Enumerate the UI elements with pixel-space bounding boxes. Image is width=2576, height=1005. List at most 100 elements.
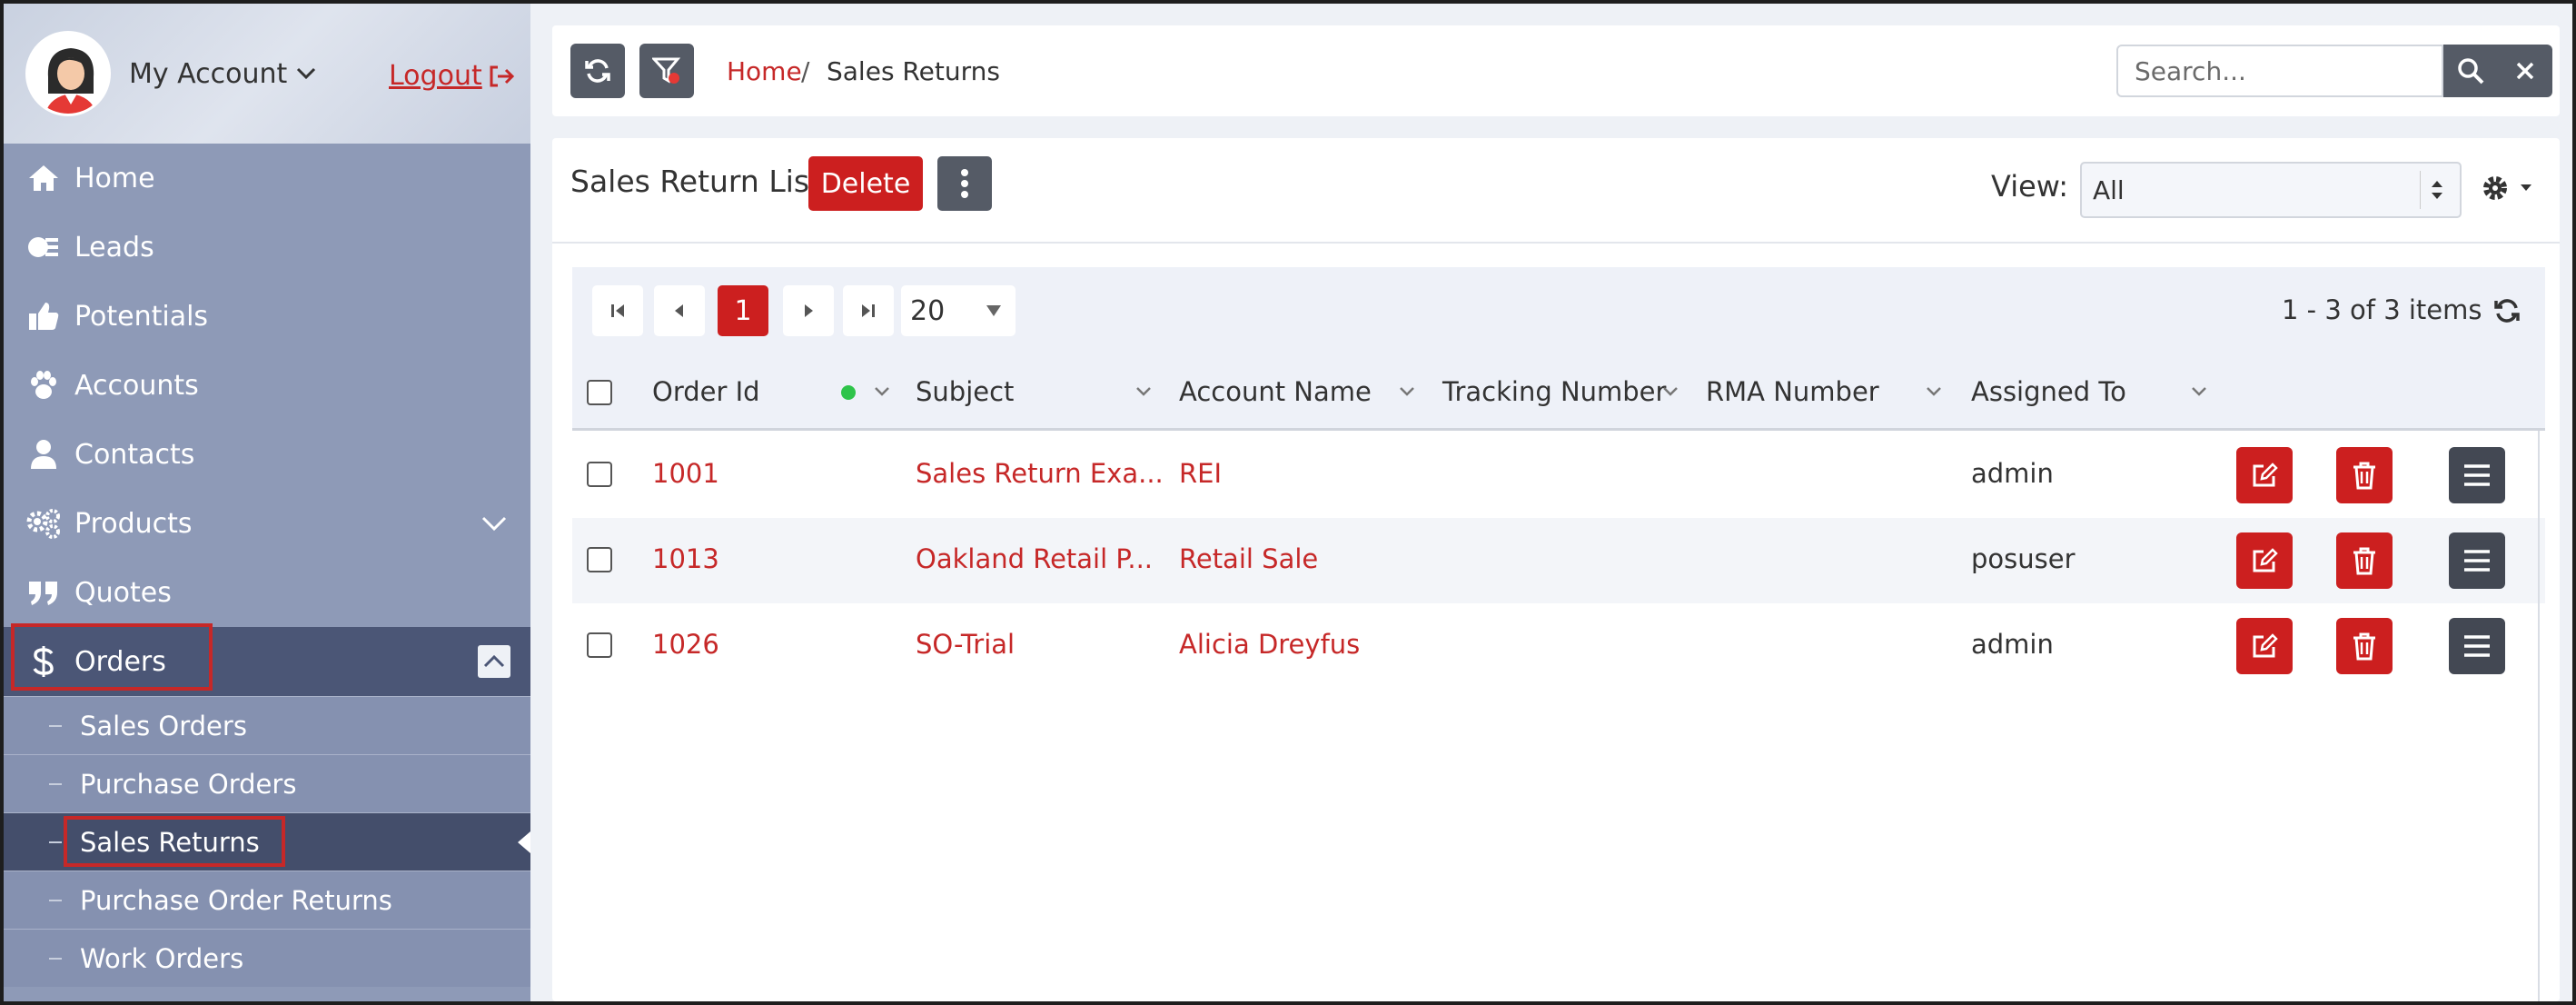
column-header-account-name[interactable]: Account Name [1179, 376, 1372, 407]
sidebar-subitem-purchase-orders[interactable]: Purchase Orders [4, 754, 530, 812]
sidebar-item-leads[interactable]: Leads [4, 213, 530, 282]
avatar[interactable] [25, 31, 111, 116]
delete-row-button[interactable] [2336, 447, 2393, 503]
sidebar-item-accounts[interactable]: Accounts [4, 351, 530, 420]
subject-link[interactable]: Sales Return Exa... [916, 458, 1164, 489]
divider [552, 242, 2560, 244]
chevron-down-icon[interactable] [872, 382, 892, 402]
vertical-scrollbar[interactable] [2538, 431, 2540, 1003]
column-header-order-id[interactable]: Order Id [652, 376, 760, 407]
edit-button[interactable] [2236, 532, 2293, 589]
main-panel: Sales Return List Delete View: All 1 20 … [552, 138, 2560, 1003]
menu-icon [2464, 464, 2490, 486]
account-name-link[interactable]: REI [1179, 458, 1222, 489]
prev-page-button[interactable] [654, 285, 705, 336]
leads-icon [25, 229, 62, 265]
settings-menu[interactable] [2480, 173, 2532, 204]
chevron-down-icon[interactable] [1397, 382, 1417, 402]
sidebar-subitem-sales-orders[interactable]: Sales Orders [4, 696, 530, 754]
account-name-link[interactable]: Retail Sale [1179, 543, 1318, 574]
table-row: 1013 Oakland Retail P... Retail Sale pos… [572, 518, 2545, 603]
breadcrumb-home[interactable]: Home [727, 56, 802, 86]
row-menu-button[interactable] [2449, 447, 2505, 503]
search-icon [2458, 58, 2484, 85]
trash-icon [2353, 547, 2375, 575]
refresh-button[interactable] [570, 44, 625, 98]
quote-icon [25, 574, 62, 611]
delete-row-button[interactable] [2336, 618, 2393, 674]
column-header-assigned-to[interactable]: Assigned To [1971, 376, 2126, 407]
view-label: View: [1991, 169, 2068, 204]
chevron-down-icon[interactable] [2189, 382, 2209, 402]
delete-button[interactable]: Delete [808, 156, 923, 211]
sidebar-item-home[interactable]: Home [4, 144, 530, 213]
order-id-link[interactable]: 1026 [652, 629, 719, 660]
row-checkbox[interactable] [587, 632, 612, 658]
edit-icon [2253, 548, 2278, 572]
column-header-subject[interactable]: Subject [916, 376, 1014, 407]
account-bar: My Account Logout [4, 4, 530, 144]
edit-button[interactable] [2236, 447, 2293, 503]
sidebar-item-products[interactable]: Products [4, 489, 530, 558]
page-size-select[interactable]: 20 [901, 285, 1016, 336]
pager-bar: 1 20 1 - 3 of 3 items [572, 267, 2545, 354]
table-row: 1026 SO-Trial Alicia Dreyfus admin [572, 603, 2545, 689]
logout-link[interactable]: Logout [389, 60, 515, 92]
next-page-button[interactable] [783, 285, 834, 336]
my-account-label: My Account [129, 57, 288, 90]
order-id-link[interactable]: 1001 [652, 458, 719, 489]
home-icon [25, 160, 62, 196]
subject-link[interactable]: SO-Trial [916, 629, 1015, 660]
sidebar-subitem-purchase-order-returns[interactable]: Purchase Order Returns [4, 871, 530, 929]
search-button[interactable] [2443, 45, 2498, 97]
sidebar-item-orders[interactable]: Orders [4, 627, 530, 696]
account-name-link[interactable]: Alicia Dreyfus [1179, 629, 1360, 660]
edit-button[interactable] [2236, 618, 2293, 674]
sidebar-item-potentials[interactable]: Potentials [4, 282, 530, 351]
select-all-checkbox[interactable] [587, 380, 612, 405]
sidebar-item-label: Leads [74, 231, 154, 264]
clear-search-button[interactable] [2498, 45, 2552, 97]
gears-icon [25, 505, 62, 542]
first-page-button[interactable] [592, 285, 643, 336]
trash-icon [2353, 462, 2375, 490]
gear-icon [2483, 176, 2507, 200]
page-button-current[interactable]: 1 [718, 285, 768, 336]
order-id-link[interactable]: 1013 [652, 543, 719, 574]
more-actions-button[interactable] [937, 156, 992, 211]
sidebar-item-contacts[interactable]: Contacts [4, 420, 530, 489]
my-account-menu[interactable]: My Account [129, 58, 316, 90]
column-header-rma-number[interactable]: RMA Number [1706, 376, 1879, 407]
top-bar: Home / Sales Returns [552, 25, 2560, 116]
sidebar: My Account Logout Home Leads Potentials … [4, 4, 530, 1001]
chevron-down-icon[interactable] [1660, 382, 1680, 402]
delete-row-button[interactable] [2336, 532, 2393, 589]
search-input[interactable] [2116, 45, 2443, 97]
view-select[interactable]: All [2080, 162, 2462, 218]
sidebar-item-label: Home [74, 162, 155, 194]
user-icon [25, 436, 62, 473]
chevron-down-icon[interactable] [1924, 382, 1944, 402]
page-title: Sales Return List [570, 164, 822, 199]
clear-filter-button[interactable] [639, 44, 694, 98]
menu-icon [2464, 635, 2490, 657]
row-menu-button[interactable] [2449, 618, 2505, 674]
chevron-down-icon[interactable] [478, 507, 510, 540]
sidebar-item-quotes[interactable]: Quotes [4, 558, 530, 627]
refresh-icon [585, 59, 610, 83]
row-menu-button[interactable] [2449, 532, 2505, 589]
sidebar-subitem-work-orders[interactable]: Work Orders [4, 929, 530, 987]
row-checkbox[interactable] [587, 462, 612, 487]
thumbs-up-icon [25, 298, 62, 334]
sidebar-item-label: Orders [74, 645, 166, 678]
pager-refresh-button[interactable] [2491, 294, 2523, 327]
sidebar-subitem-label: Work Orders [80, 942, 244, 974]
last-page-button[interactable] [843, 285, 894, 336]
chevron-up-icon[interactable] [478, 645, 510, 678]
subject-link[interactable]: Oakland Retail P... [916, 543, 1153, 574]
row-checkbox[interactable] [587, 547, 612, 572]
sidebar-subitem-sales-returns[interactable]: Sales Returns [4, 812, 530, 871]
chevron-down-icon[interactable] [1134, 382, 1154, 402]
column-header-tracking-number[interactable]: Tracking Number [1442, 376, 1666, 407]
page-size-value: 20 [910, 294, 946, 327]
